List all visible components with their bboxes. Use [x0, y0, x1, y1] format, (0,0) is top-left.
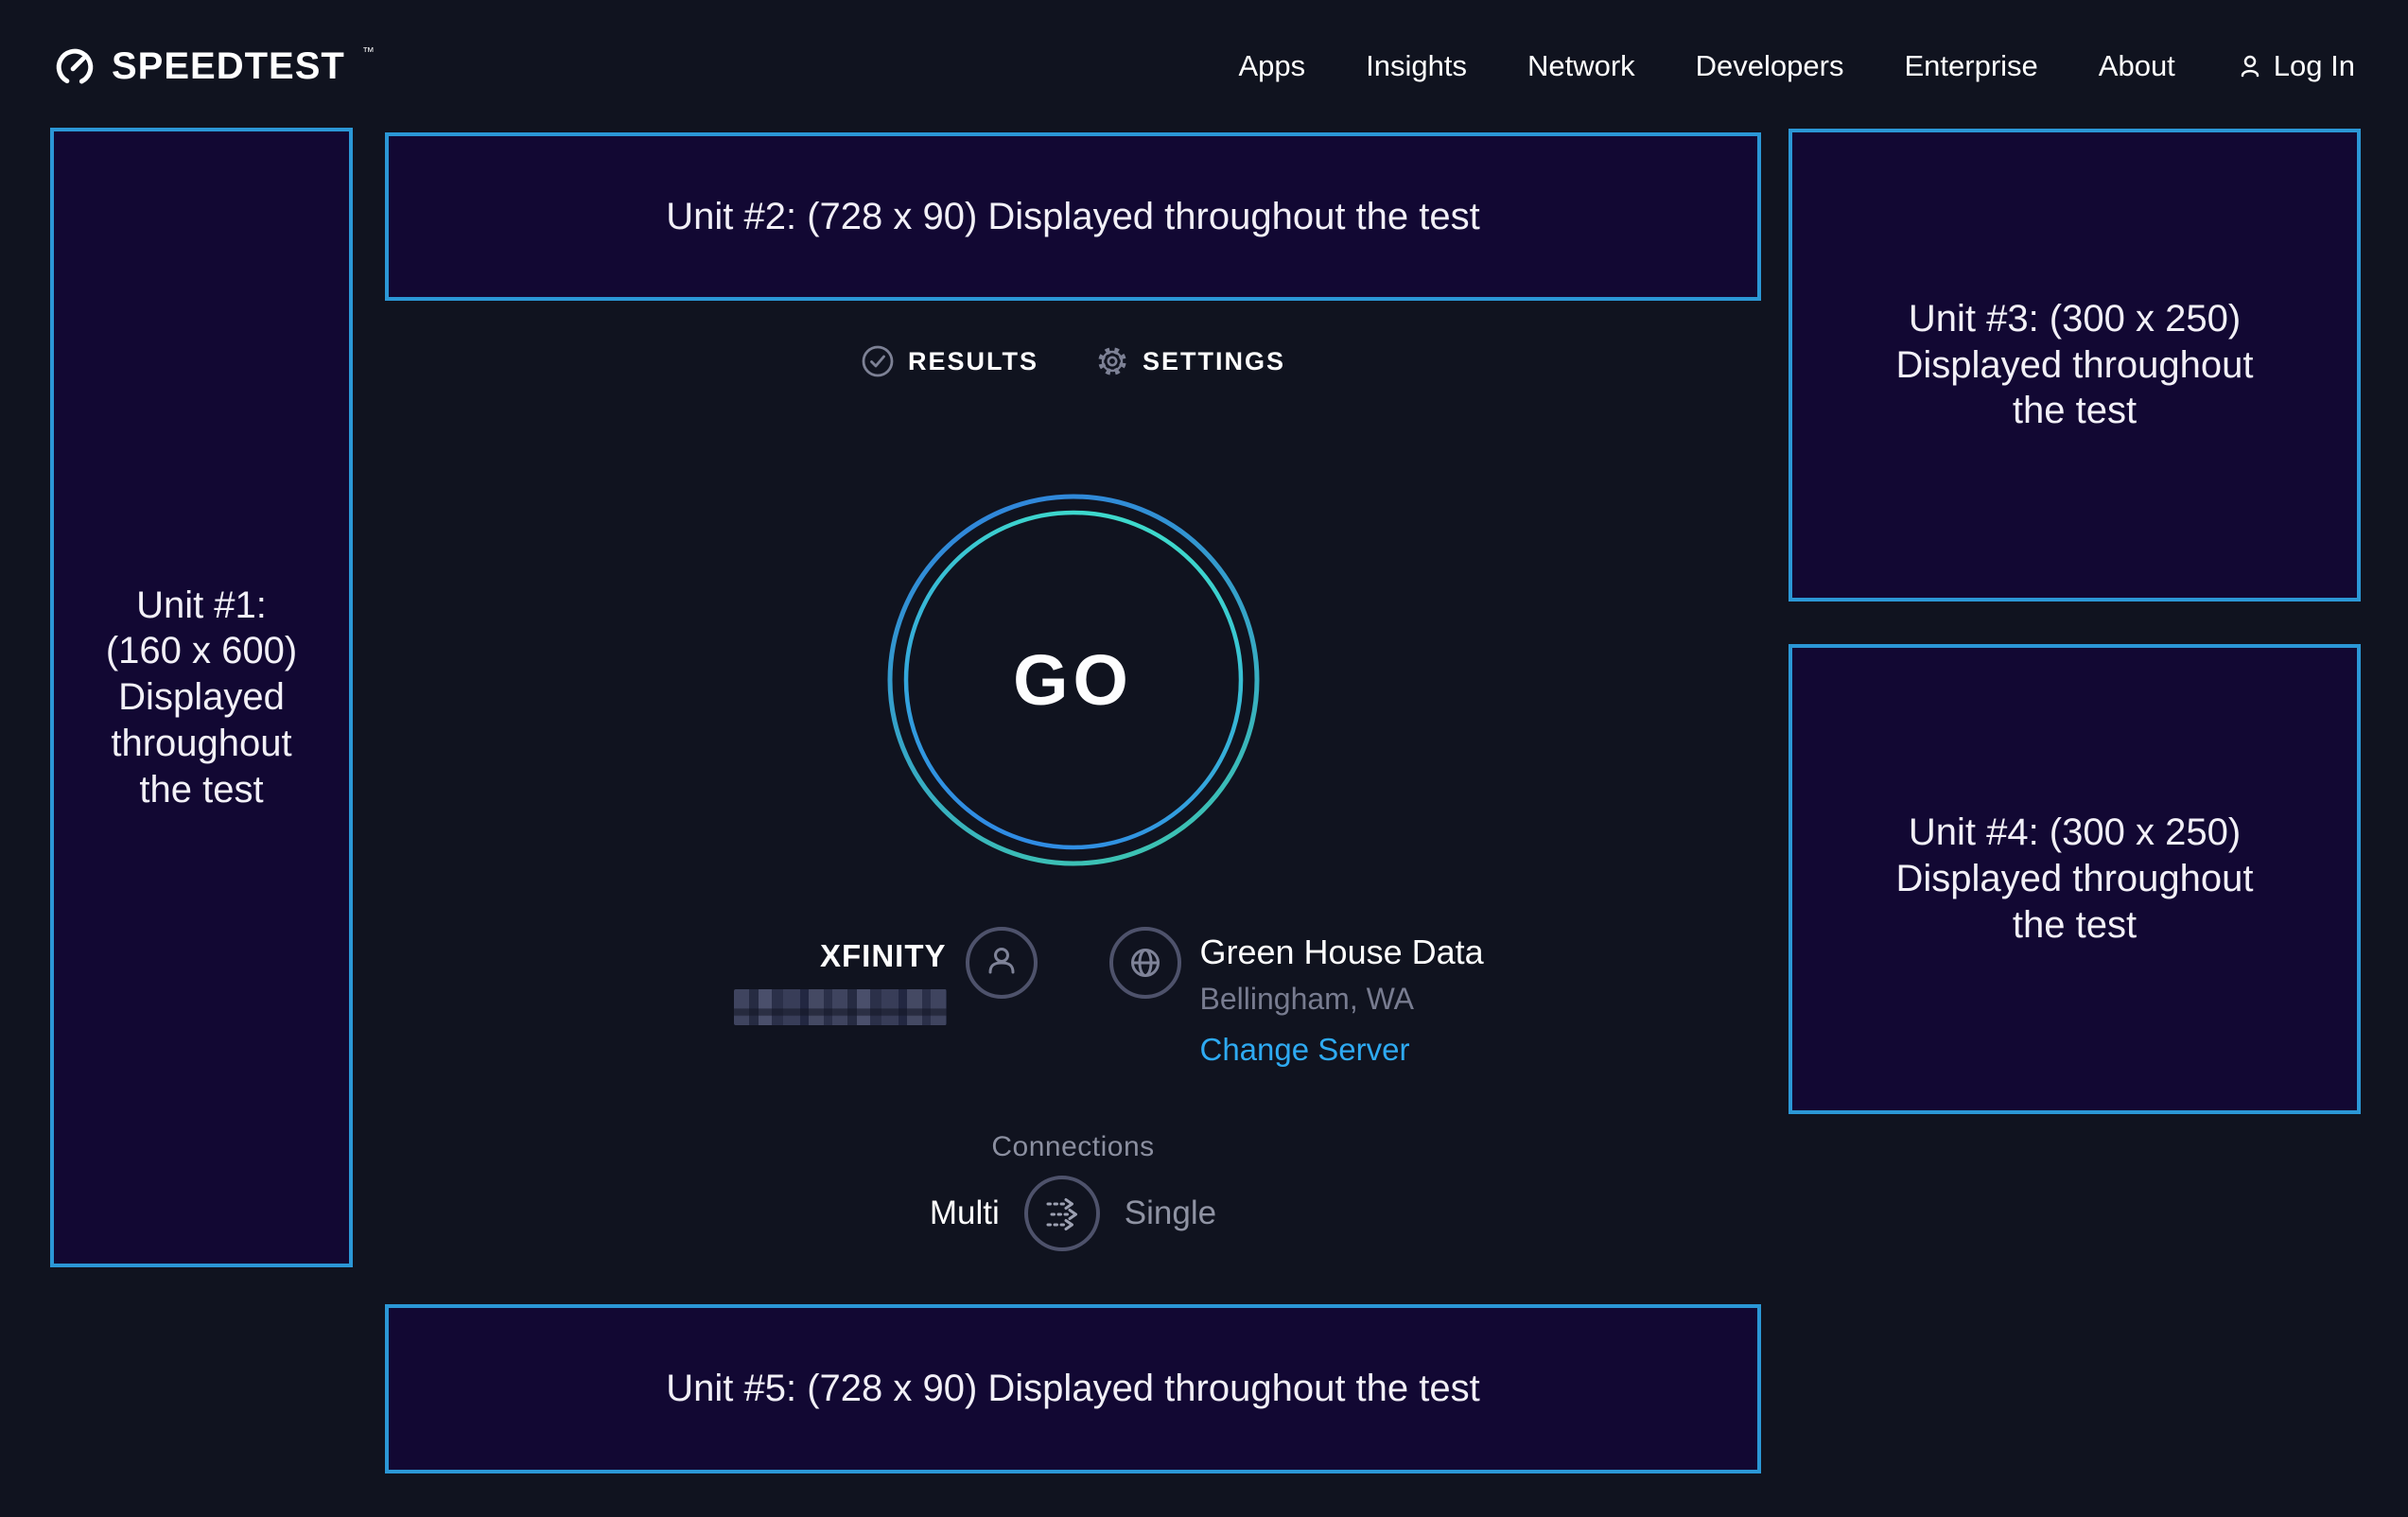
tab-settings[interactable]: SETTINGS — [1095, 344, 1285, 378]
tabs-row: RESULTS SETTINGS — [385, 344, 1761, 378]
user-icon — [2236, 52, 2264, 80]
trademark-mark: ™ — [362, 44, 375, 59]
provider-name: XFINITY — [820, 938, 947, 974]
ad-unit-1-text: Unit #1: (160 x 600) Displayed throughou… — [106, 583, 297, 813]
nav-item-developers[interactable]: Developers — [1696, 49, 1844, 83]
connections-single-label[interactable]: Single — [1125, 1194, 1216, 1232]
ad-unit-4-text: Unit #4: (300 x 250) Displayed throughou… — [1895, 810, 2253, 948]
nav-item-insights[interactable]: Insights — [1366, 49, 1467, 83]
login-button[interactable]: Log In — [2236, 49, 2355, 83]
connections-label: Connections — [385, 1131, 1761, 1163]
server-name: Green House Data — [1200, 933, 1484, 972]
tab-results[interactable]: RESULTS — [861, 344, 1038, 378]
check-circle-icon — [861, 344, 895, 378]
tab-settings-label: SETTINGS — [1143, 347, 1285, 376]
header: SPEEDTEST ™ Apps Insights Network Develo… — [0, 0, 2408, 132]
logo-text: SPEEDTEST — [112, 45, 345, 88]
provider-block: XFINITY — [385, 927, 1073, 1068]
connections-multi-label[interactable]: Multi — [930, 1194, 1000, 1232]
provider-ip-redacted — [734, 989, 947, 1025]
nav-item-apps[interactable]: Apps — [1238, 49, 1305, 83]
nav-item-about[interactable]: About — [2099, 49, 2175, 83]
server-location: Bellingham, WA — [1200, 982, 1414, 1017]
gear-icon — [1095, 344, 1129, 378]
test-panel: RESULTS SETTINGS — [385, 132, 1761, 1475]
connections-toggle[interactable] — [1024, 1176, 1100, 1251]
server-block: Green House Data Bellingham, WA Change S… — [1073, 927, 1762, 1068]
go-button[interactable]: GO — [873, 480, 1274, 881]
change-server-link[interactable]: Change Server — [1200, 1032, 1410, 1068]
nav-item-enterprise[interactable]: Enterprise — [1904, 49, 2037, 83]
ad-unit-3[interactable]: Unit #3: (300 x 250) Displayed throughou… — [1789, 129, 2361, 602]
ad-unit-3-text: Unit #3: (300 x 250) Displayed throughou… — [1895, 296, 2253, 434]
ad-unit-1[interactable]: Unit #1: (160 x 600) Displayed throughou… — [50, 128, 353, 1267]
login-label: Log In — [2274, 49, 2355, 83]
server-globe-icon[interactable] — [1109, 927, 1181, 999]
provider-user-icon[interactable] — [966, 927, 1038, 999]
speedtest-gauge-icon — [53, 44, 96, 88]
ad-unit-4[interactable]: Unit #4: (300 x 250) Displayed throughou… — [1789, 644, 2361, 1114]
nav-item-network[interactable]: Network — [1527, 49, 1635, 83]
speedtest-logo[interactable]: SPEEDTEST ™ — [53, 44, 373, 88]
main-nav: Apps Insights Network Developers Enterpr… — [1238, 49, 2355, 83]
tab-results-label: RESULTS — [908, 347, 1038, 376]
connections-toggle-row: Multi Single — [385, 1176, 1761, 1251]
multi-connections-arrows-icon — [1040, 1192, 1084, 1235]
go-button-label: GO — [873, 480, 1274, 881]
connection-meta-row: XFINITY Green House Data Belling — [385, 927, 1761, 1068]
